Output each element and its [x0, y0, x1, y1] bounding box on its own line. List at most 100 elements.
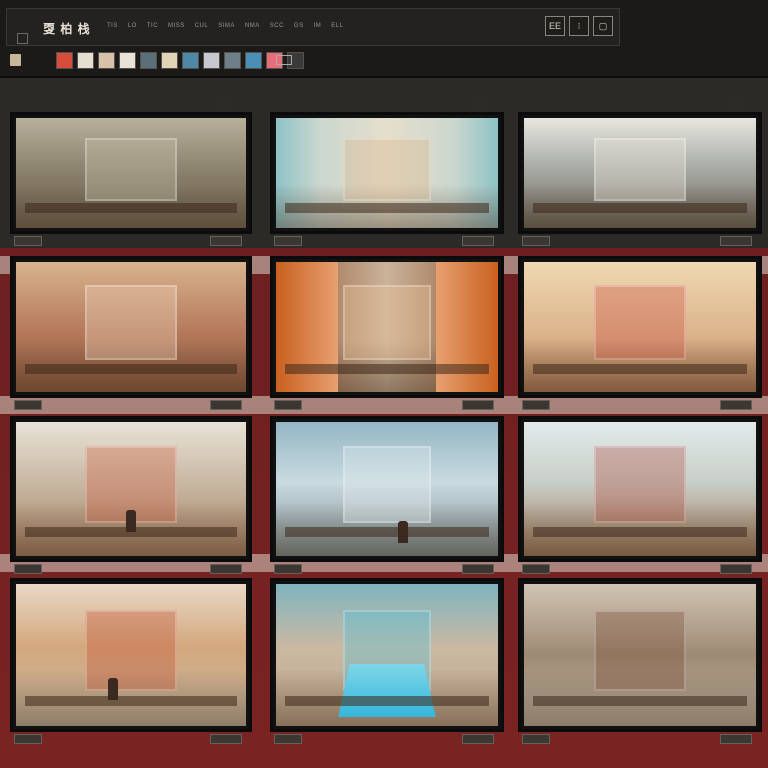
screen-label-plate [210, 236, 242, 246]
furniture-row [25, 696, 237, 707]
screen-label-plate [14, 734, 42, 744]
screen-label-plate [462, 734, 494, 744]
menu-item[interactable]: NMA [245, 23, 260, 29]
screen-label-plate [720, 734, 752, 744]
screen-label-plate [14, 400, 42, 410]
monitor-wall [0, 78, 768, 768]
app-small-icon [17, 33, 28, 44]
screen-view [524, 118, 756, 228]
screen-3-rotunda[interactable] [518, 112, 762, 234]
screen-label-plate [210, 400, 242, 410]
hall-archway [85, 137, 177, 201]
screen-label-plate [522, 400, 550, 410]
screen-label-plate [274, 400, 302, 410]
screen-label-plate [274, 236, 302, 246]
hall-archway [342, 137, 432, 201]
hall-archway [342, 285, 432, 360]
screen-label-plate [720, 236, 752, 246]
screen-label-plate [274, 734, 302, 744]
menu-item[interactable]: IM [314, 23, 322, 29]
screen-11-pool-court[interactable] [270, 578, 504, 732]
screen-8-mist-hall[interactable] [270, 416, 504, 562]
menu-item[interactable]: TIC [147, 23, 158, 29]
screen-12-arcade-street[interactable] [518, 578, 762, 732]
menu-item[interactable]: MISS [168, 23, 185, 29]
thumbnail-item[interactable] [77, 52, 94, 69]
menu-item[interactable]: TIS [107, 23, 118, 29]
layout-icon[interactable]: EE [545, 16, 565, 36]
furniture-row [284, 696, 490, 707]
screen-2-stair-hall[interactable] [270, 112, 504, 234]
screen-label-plate [522, 564, 550, 574]
thumbnail-item[interactable] [98, 52, 115, 69]
screen-label-plate [720, 400, 752, 410]
screen-view [276, 422, 498, 556]
divider-band [0, 396, 768, 414]
camera-icon [216, 98, 234, 112]
screen-view [524, 262, 756, 392]
thumbnail-list [56, 52, 304, 69]
screen-view [16, 262, 246, 392]
screen-view [524, 422, 756, 556]
screen-label-plate [720, 564, 752, 574]
screen-label-plate [462, 236, 494, 246]
furniture-row [25, 202, 237, 213]
furniture-row [284, 527, 490, 538]
furniture-row [533, 363, 747, 374]
thumbnail-item[interactable] [245, 52, 262, 69]
furniture-row [533, 527, 747, 538]
screen-7-temple-hall[interactable] [10, 416, 252, 562]
furniture-row [533, 202, 747, 213]
furniture-row [284, 363, 490, 374]
furniture-row [25, 363, 237, 374]
menu-item[interactable]: SCC [270, 23, 284, 29]
thumbnail-item[interactable] [203, 52, 220, 69]
screen-view [524, 584, 756, 726]
menu-bar: 㪅 柏 栈 TIS LO TIC MISS CUL SIMA NMA SCC G… [6, 8, 620, 46]
screen-view [16, 118, 246, 228]
menu-item[interactable]: LO [128, 23, 137, 29]
menu-list: TIS LO TIC MISS CUL SIMA NMA SCC GS IM E… [107, 23, 343, 29]
screen-10-palace-court[interactable] [10, 578, 252, 732]
window-controls: EE ⁝ ▢ [545, 16, 613, 36]
screen-label-plate [522, 236, 550, 246]
screen-1-courtyard[interactable] [10, 112, 252, 234]
screen-view [16, 584, 246, 726]
pool [338, 663, 436, 718]
more-icon[interactable] [276, 55, 292, 65]
thumbnail-item[interactable] [224, 52, 241, 69]
screen-label-plate [274, 564, 302, 574]
menu-item[interactable]: CUL [195, 23, 209, 29]
camera-icon [468, 98, 486, 112]
furniture-row [25, 527, 237, 538]
maximize-icon[interactable]: ▢ [593, 16, 613, 36]
menu-item[interactable]: ELL [331, 23, 343, 29]
screen-label-plate [210, 564, 242, 574]
thumbnail-strip [6, 50, 326, 70]
menu-item[interactable]: SIMA [218, 23, 235, 29]
thumbnail-item[interactable] [140, 52, 157, 69]
furniture-row [533, 696, 747, 707]
dots-icon[interactable]: ⁝ [569, 16, 589, 36]
screen-label-plate [14, 564, 42, 574]
screen-label-plate [522, 734, 550, 744]
screen-5-orange-doors[interactable] [270, 256, 504, 398]
menu-item[interactable]: GS [294, 23, 304, 29]
thumbnail-item[interactable] [56, 52, 73, 69]
hall-archway [85, 609, 177, 691]
app-toolbar: 㪅 柏 栈 TIS LO TIC MISS CUL SIMA NMA SCC G… [0, 0, 768, 78]
screen-label-plate [14, 236, 42, 246]
screen-view [276, 118, 498, 228]
screen-view [276, 262, 498, 392]
screen-6-gallery[interactable] [518, 256, 762, 398]
app-icon [10, 54, 21, 66]
hall-archway [85, 285, 177, 360]
thumbnail-item[interactable] [161, 52, 178, 69]
thumbnail-item[interactable] [119, 52, 136, 69]
screen-label-plate [210, 734, 242, 744]
screen-4-red-hall[interactable] [10, 256, 252, 398]
thumbnail-item[interactable] [182, 52, 199, 69]
screen-label-plate [462, 564, 494, 574]
screen-view [276, 584, 498, 726]
screen-9-museum[interactable] [518, 416, 762, 562]
